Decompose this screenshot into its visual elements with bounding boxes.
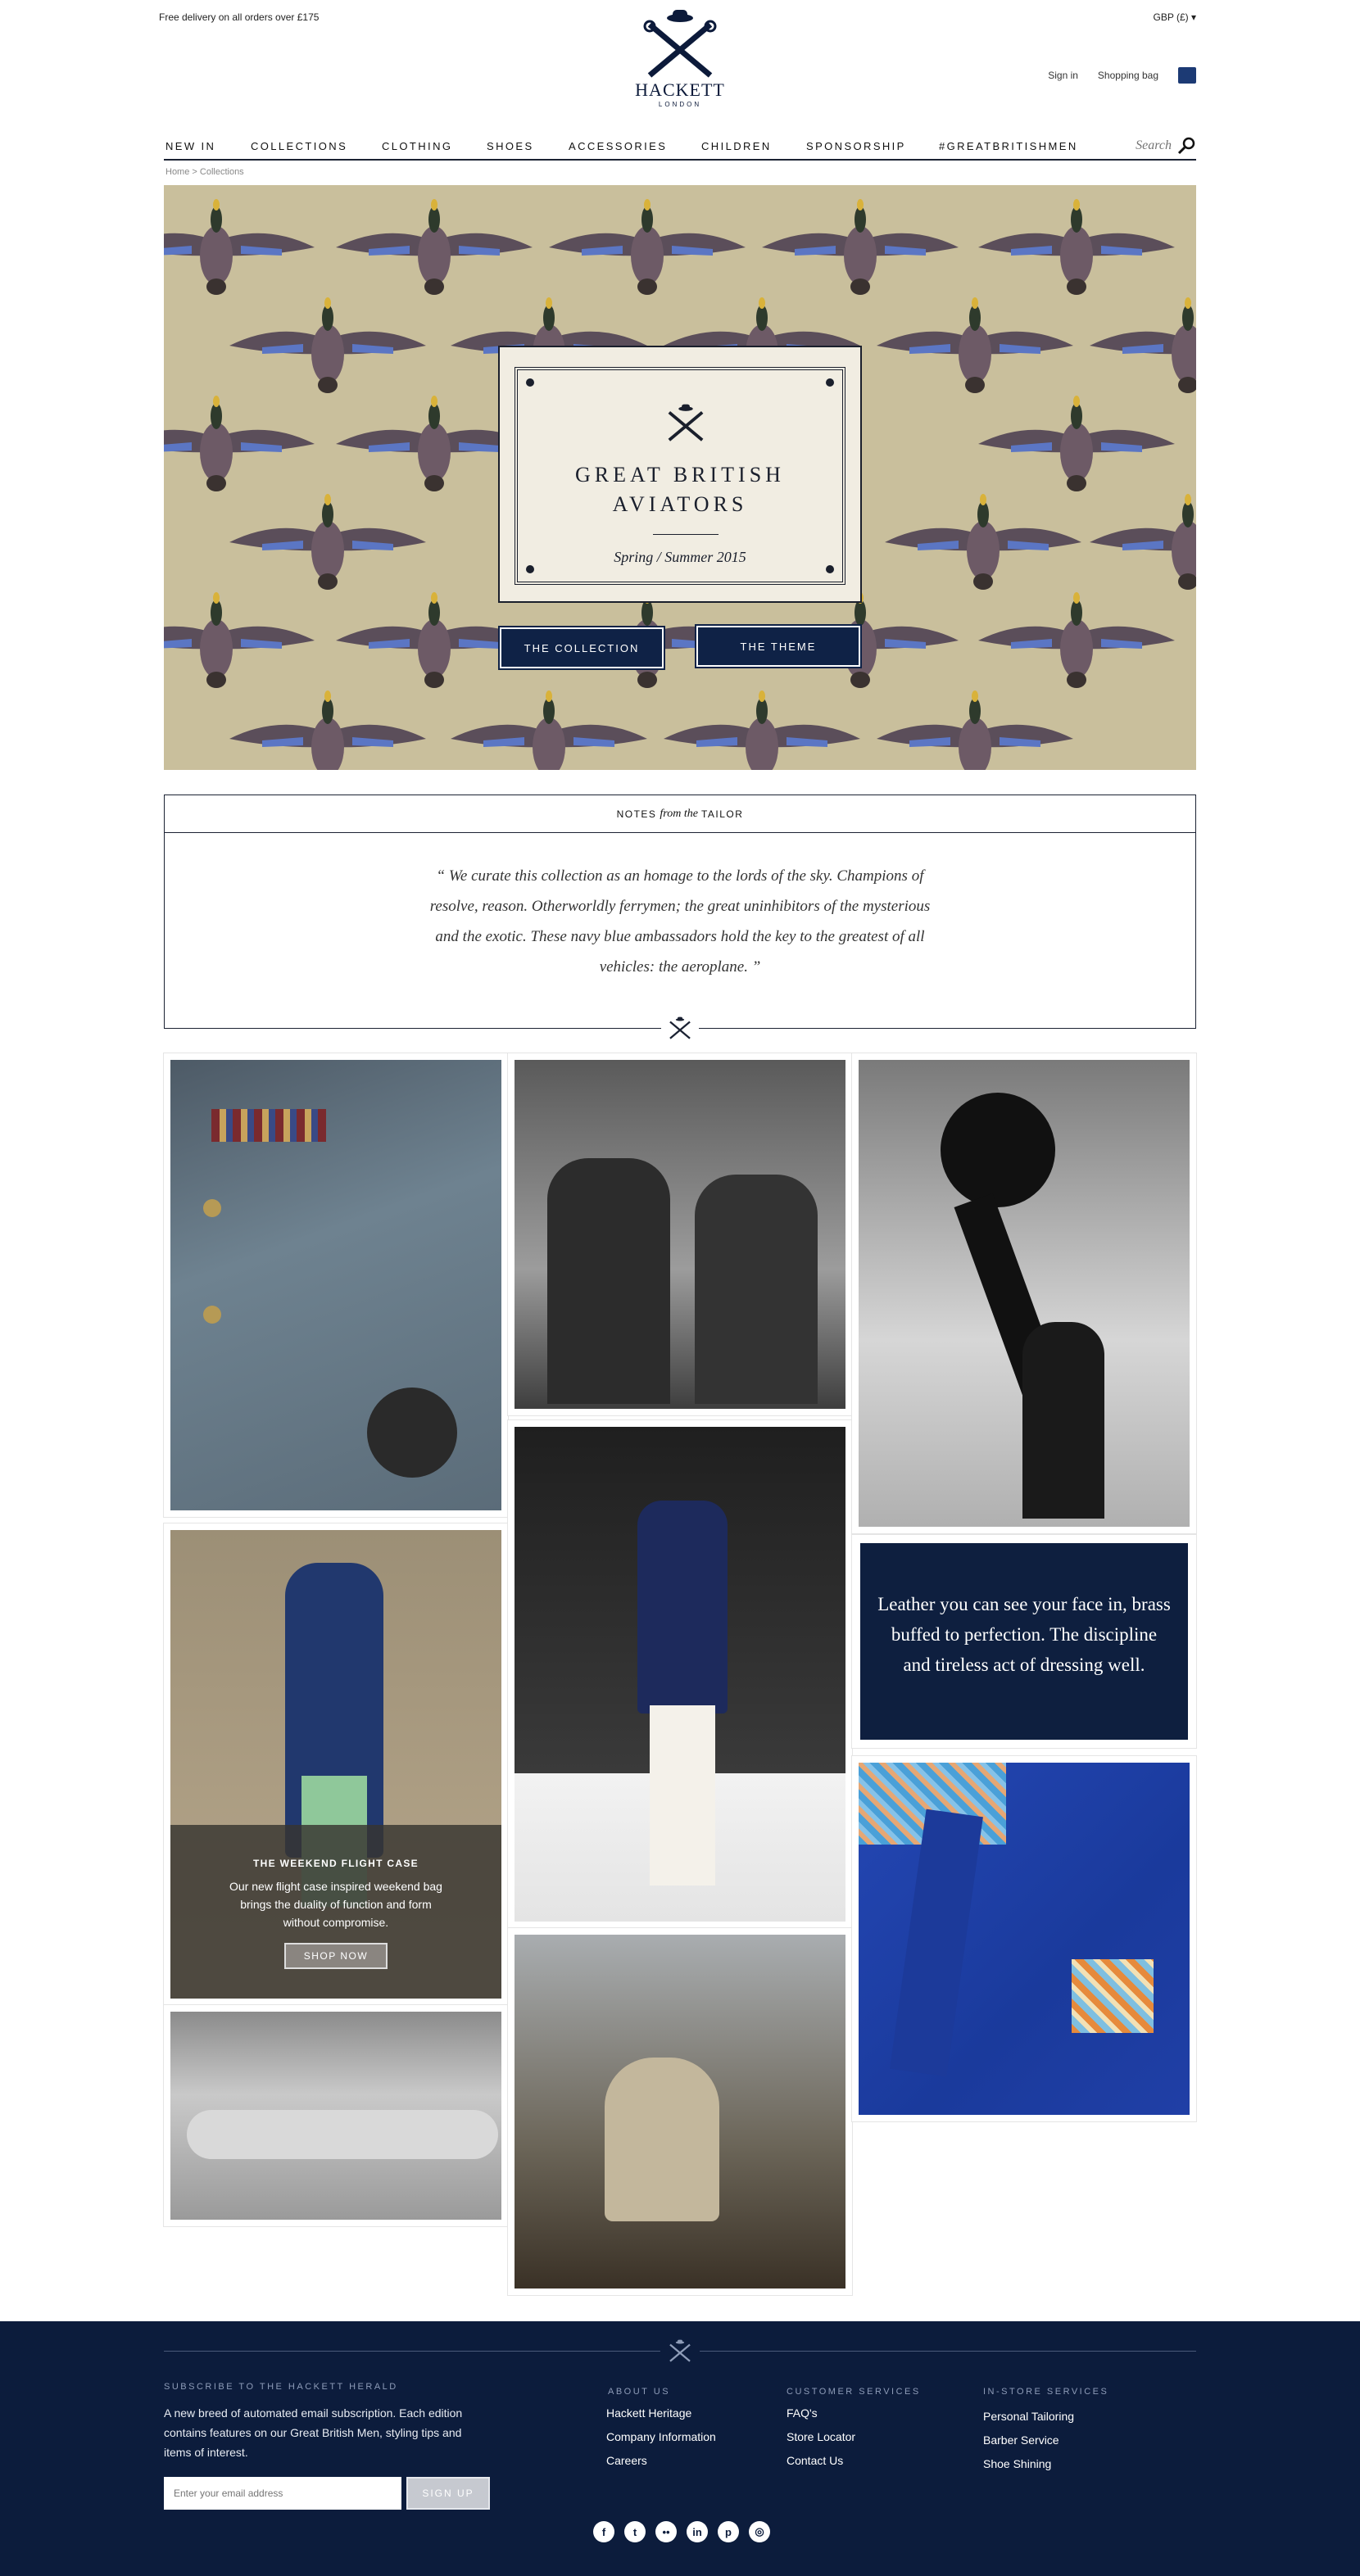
nav-item-collections[interactable]: COLLECTIONS [251, 140, 382, 152]
about-links: Hackett Heritage Company Information Car… [606, 2402, 716, 2473]
hat-swords-icon [643, 10, 717, 78]
search-box [1122, 136, 1196, 156]
footer-link[interactable]: Shoe Shining [983, 2452, 1074, 2476]
in-store-services-heading: IN-STORE SERVICES [983, 2387, 1109, 2397]
customer-services-heading: CUSTOMER SERVICES [787, 2387, 921, 2397]
promo-title: THE WEEKEND FLIGHT CASE [253, 1858, 419, 1869]
page: Free delivery on all orders over £175 GB… [0, 0, 1360, 2576]
notes-heading: NOTES from the TAILOR [165, 795, 1195, 833]
footer-link[interactable]: Hackett Heritage [606, 2402, 716, 2425]
nav-item-sponsorship[interactable]: SPONSORSHIP [806, 140, 939, 152]
hat-swords-icon [668, 404, 704, 441]
aviators-portrait-image[interactable] [507, 1053, 853, 1416]
footer: SUBSCRIBE TO THE HACKETT HERALD A new br… [0, 2321, 1360, 2576]
email-input[interactable] [164, 2477, 401, 2510]
shop-now-button[interactable]: SHOP NOW [283, 1943, 388, 1969]
social-links: f t •• in p ◎ [593, 2521, 770, 2542]
subscribe-heading: SUBSCRIBE TO THE HACKETT HERALD [164, 2382, 398, 2392]
subscribe-text: A new breed of automated email subscript… [164, 2406, 463, 2459]
search-icon[interactable] [1176, 136, 1196, 156]
flickr-icon[interactable]: •• [655, 2521, 677, 2542]
flight-case-promo[interactable]: THE WEEKEND FLIGHT CASE Our new flight c… [163, 1523, 509, 2006]
footer-link[interactable]: Contact Us [787, 2449, 855, 2473]
flight-case-overlay: THE WEEKEND FLIGHT CASE Our new flight c… [170, 1825, 501, 1999]
pinterest-icon[interactable]: p [718, 2521, 739, 2542]
facebook-icon[interactable]: f [593, 2521, 614, 2542]
brand-logo[interactable]: HACKETT LONDON [628, 8, 732, 116]
brand-sub: LONDON [658, 101, 702, 108]
linkedin-icon[interactable]: in [687, 2521, 708, 2542]
delivery-note: Free delivery on all orders over £175 [159, 11, 320, 23]
shopping-bag-icon[interactable] [1178, 67, 1196, 84]
spitfire-cockpit-image[interactable] [163, 2004, 509, 2227]
propeller-aviator-image[interactable] [851, 1053, 1197, 1534]
hero-title-card: GREAT BRITISH AVIATORS Spring / Summer 2… [498, 346, 862, 603]
utility-links: Sign in Shopping bag [1048, 67, 1196, 84]
dressing-well-card: Leather you can see your face in, brass … [851, 1534, 1197, 1749]
hero-banner: GREAT BRITISH AVIATORS Spring / Summer 2… [164, 185, 1196, 770]
shopping-bag-link[interactable]: Shopping bag [1098, 70, 1158, 81]
promo-description: Our new flight case inspired weekend bag… [229, 1880, 442, 1929]
footer-link[interactable]: Company Information [606, 2425, 716, 2449]
sign-up-button[interactable]: SIGN UP [406, 2477, 490, 2510]
main-nav: NEW IN COLLECTIONS CLOTHING SHOES ACCESS… [164, 133, 1196, 161]
footer-link[interactable]: Careers [606, 2449, 716, 2473]
blue-jacket-detail-image[interactable] [851, 1755, 1197, 2122]
the-theme-button[interactable]: THE THEME [695, 624, 862, 668]
sign-in-link[interactable]: Sign in [1048, 70, 1078, 81]
twitter-icon[interactable]: t [624, 2521, 646, 2542]
customer-services-links: FAQ's Store Locator Contact Us [787, 2402, 855, 2473]
breadcrumb[interactable]: Home > Collections [165, 167, 244, 177]
hero-subtitle: Spring / Summer 2015 [614, 549, 746, 565]
about-heading: ABOUT US [608, 2387, 671, 2397]
notes-quote: “ We curate this collection as an homage… [429, 867, 931, 976]
nav-item-children[interactable]: CHILDREN [701, 140, 806, 152]
the-collection-button[interactable]: THE COLLECTION [498, 626, 665, 670]
nav-item-greatbritishmen[interactable]: #GREATBRITISHMEN [939, 140, 1078, 152]
instagram-icon[interactable]: ◎ [749, 2521, 770, 2542]
in-store-services-links: Personal Tailoring Barber Service Shoe S… [983, 2405, 1074, 2476]
brand-wordmark: HACKETT [635, 79, 725, 100]
runway-model-image[interactable] [507, 1419, 853, 1929]
footer-link[interactable]: Personal Tailoring [983, 2405, 1074, 2429]
notes-from-the-tailor: NOTES from the TAILOR “ We curate this col… [164, 795, 1196, 1039]
footer-link[interactable]: FAQ's [787, 2402, 855, 2425]
footer-link[interactable]: Store Locator [787, 2425, 855, 2449]
currency-selector[interactable]: GBP (£) ▾ [1154, 11, 1196, 23]
search-input[interactable] [1122, 138, 1172, 153]
footer-link[interactable]: Barber Service [983, 2429, 1074, 2452]
hat-swords-icon [669, 1016, 691, 1039]
nav-item-clothing[interactable]: CLOTHING [382, 140, 487, 152]
hat-swords-icon [669, 2339, 691, 2362]
dressing-well-text: Leather you can see your face in, brass … [877, 1594, 1171, 1675]
nav-item-accessories[interactable]: ACCESSORIES [569, 140, 701, 152]
nav-item-new-in[interactable]: NEW IN [165, 140, 251, 152]
hero-title: GREAT BRITISH AVIATORS [575, 463, 785, 516]
uniform-detail-image[interactable] [163, 1053, 509, 1518]
barber-on-airfield-image[interactable] [507, 1927, 853, 2296]
nav-item-shoes[interactable]: SHOES [487, 140, 569, 152]
